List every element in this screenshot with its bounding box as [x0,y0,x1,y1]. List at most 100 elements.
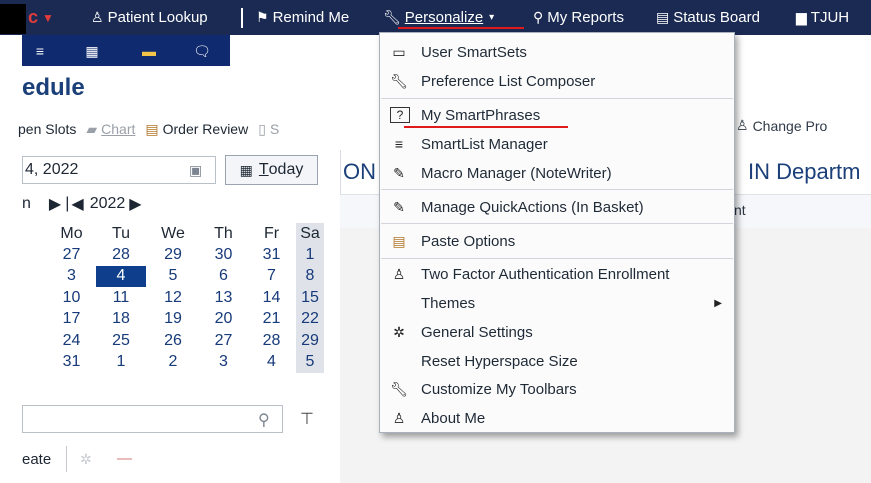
inbox-button[interactable]: ▬ [137,40,161,62]
calendar-day[interactable]: 27 [200,330,247,351]
calendar-day[interactable]: 14 [247,287,296,308]
prev-year-icon[interactable]: ◀ [71,194,83,214]
clipboard-icon: ▤ [392,232,406,249]
calendar-day[interactable]: 24 [47,330,96,351]
calendar-day[interactable]: 28 [96,244,146,265]
calendar-day[interactable]: 5 [296,351,324,373]
list-toggle-button[interactable]: ≡ [28,40,52,62]
calendar-day[interactable]: 29 [146,244,200,265]
calendar-day[interactable]: 7 [247,266,296,287]
search-icon[interactable]: ⚲ [258,410,270,430]
month-label: n [22,195,31,212]
menu-item-about-me[interactable]: ♙ About Me [380,405,734,431]
chat-button[interactable]: 🗨︎ [190,40,214,62]
epic-menu-button[interactable]: c ▼ [28,0,54,35]
calendar-day[interactable]: 28 [247,330,296,351]
calendar-day[interactable]: 3 [200,351,247,372]
calendar-day[interactable]: 12 [146,287,200,308]
tjuh-button[interactable]: ▆ TJUH [796,0,849,35]
calendar-day[interactable] [22,309,47,330]
calendar-day[interactable] [22,351,47,372]
menu-item-customize-my-toolbars[interactable]: 🔧︎ Customize My Toolbars [380,376,734,402]
wrench-icon: 🔧︎ [390,380,408,397]
calendar-day[interactable]: 31 [247,244,296,265]
calendar-day[interactable]: 20 [200,309,247,330]
gears-icon[interactable]: ✲ [80,451,92,468]
schedule-action-bar: pen Slots ▰ Chart ▤ Order Review ▯ S [0,117,289,141]
calendar-day[interactable]: 2 [146,351,200,372]
calendar-day[interactable]: 17 [47,309,96,330]
create-button[interactable]: eate [22,451,51,468]
calendar-day[interactable] [22,266,47,287]
menu-item-preference-list-composer[interactable]: 🔧︎ Preference List Composer [380,68,734,94]
order-review-button[interactable]: ▤ Order Review [145,121,248,138]
calendar-day[interactable] [22,244,47,265]
person-icon: ♙ [91,9,104,25]
status-board-button[interactable]: ▤ Status Board [656,0,760,35]
calendar-icon[interactable]: ▣ [189,162,202,179]
calendar-day[interactable]: 13 [200,287,247,308]
next-year-icon[interactable]: ▶ [129,194,141,214]
calendar-day[interactable]: 1 [96,351,146,372]
remind-me-button[interactable]: ⚑ Remind Me [256,0,349,35]
menu-item-two-factor-enrollment[interactable]: ♙ Two Factor Authentication Enrollment [380,261,734,287]
chart-button[interactable]: ▰ Chart [86,121,135,138]
calendar-day[interactable]: 25 [96,330,146,351]
menu-item-themes[interactable]: Themes ▶ [380,290,734,316]
secondary-toolbar: ≡ ▦ ▬ 🗨︎ [22,35,230,66]
calendar-day[interactable]: 8 [296,265,324,288]
menu-item-smartlist-manager[interactable]: ≡ SmartList Manager [380,131,734,157]
calendar-day[interactable]: 30 [200,244,247,265]
calendar-day[interactable]: 5 [146,266,200,287]
menu-item-manage-quickactions[interactable]: ✎ Manage QuickActions (In Basket) [380,194,734,220]
calendar-day[interactable]: 10 [47,287,96,308]
next-month-icon[interactable]: ▶ [49,194,61,214]
tjuh-label: TJUH [810,9,850,26]
pin-icon[interactable]: ⊤ [300,409,314,429]
today-button[interactable]: ▦ Today [225,155,318,185]
calendar-day[interactable]: 18 [96,309,146,330]
menu-item-general-settings[interactable]: ✲ General Settings [380,319,734,345]
menu-item-reset-hyperspace-size[interactable]: Reset Hyperspace Size [380,348,734,374]
mini-calendar: Mo Tu We Th Fr Sa 27 28 29 30 31 1 3 4 5 6 7 8 10 11 12 13 14 1… [22,223,324,373]
date-input[interactable]: 4, 2022 [22,156,216,184]
my-reports-button[interactable]: ⚲ My Reports [533,0,624,35]
calendar-day[interactable]: 4 [247,351,296,372]
calendar-day[interactable] [22,330,47,351]
calendar-day[interactable]: 22 [296,308,324,330]
personalize-menu-button[interactable]: 🔧︎ Personalize ▾ [383,0,494,35]
menu-item-macro-manager[interactable]: ✎ Macro Manager (NoteWriter) [380,160,734,186]
calendar-day-selected[interactable]: 4 [96,265,146,288]
calendar-day[interactable]: 26 [146,330,200,351]
open-slots-button[interactable]: pen Slots [18,121,76,137]
calendar-day[interactable]: 11 [96,287,146,308]
search-icon: ⚲ [533,9,544,25]
calculator-button[interactable]: ▦ [80,40,104,62]
department-heading-right: IN Departm [748,159,861,184]
menu-item-paste-options[interactable]: ▤ Paste Options [380,228,734,254]
calendar-day[interactable]: 21 [247,309,296,330]
calendar-day[interactable]: 3 [47,266,96,287]
user-key-icon: ♙ [392,265,406,282]
calendar-day[interactable]: 19 [146,309,200,330]
column-header-label[interactable]: nt [734,202,746,218]
menu-item-user-smartsets[interactable]: ▭ User SmartSets [380,39,734,65]
search-input[interactable] [22,405,283,433]
change-profile-button[interactable]: ♙ Change Pro [736,117,827,134]
remove-icon[interactable]: — [117,450,132,467]
menu-item-label: Two Factor Authentication Enrollment [421,265,670,283]
menu-item-my-smartphrases[interactable]: ? My SmartPhrases [380,102,734,128]
s-action-button[interactable]: ▯ S [258,121,279,138]
calendar-day[interactable]: 1 [296,244,324,266]
calendar-day[interactable]: 31 [47,351,96,372]
patient-lookup-label: Patient Lookup [107,9,208,26]
s-action-label: S [269,121,280,137]
calendar-day[interactable]: 27 [47,244,96,265]
calendar-day[interactable]: 6 [200,266,247,287]
calendar-day[interactable]: 15 [296,287,324,309]
patient-lookup-button[interactable]: ♙ Patient Lookup [91,0,208,35]
calendar-day[interactable]: 29 [296,329,324,352]
calendar-day[interactable] [22,287,47,308]
user-gear-icon: ♙ [736,117,749,133]
epic-logo[interactable] [0,4,26,34]
